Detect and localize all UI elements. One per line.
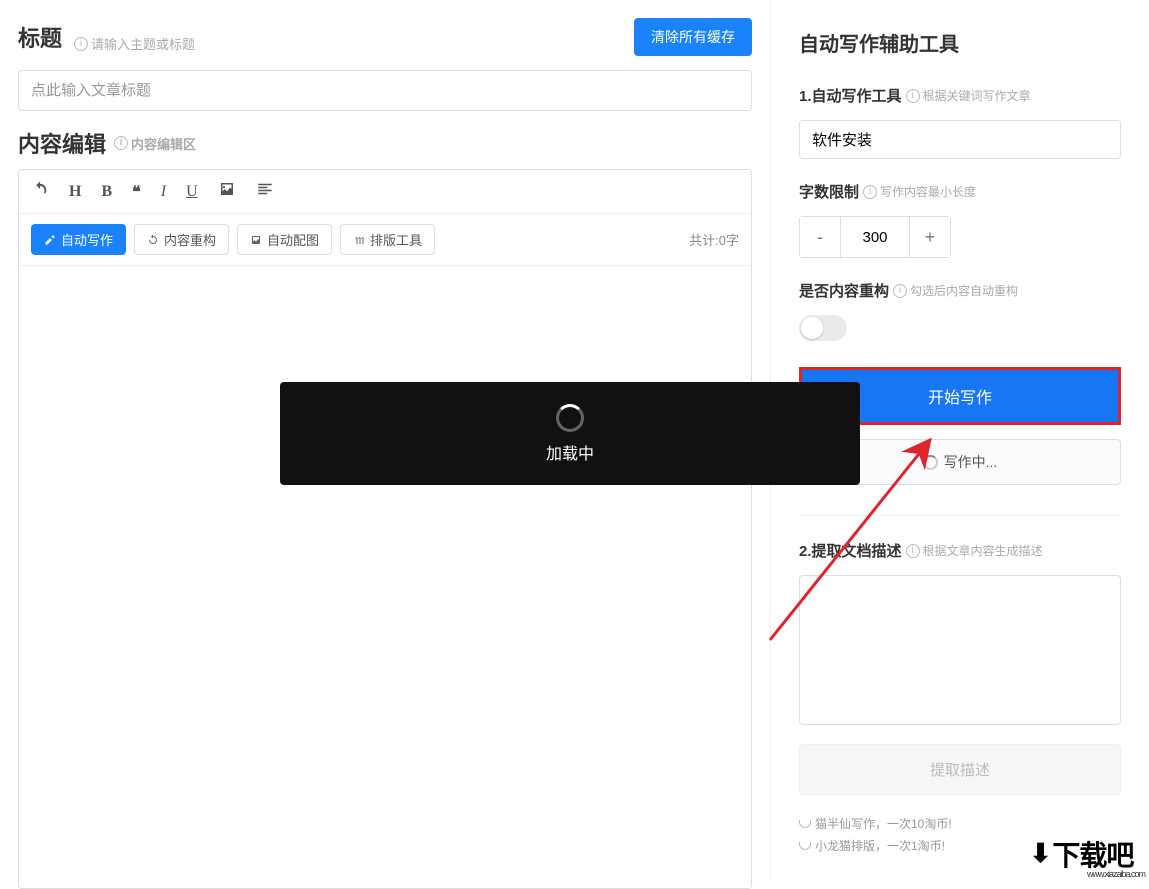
stepper-plus-button[interactable]: +: [910, 217, 950, 257]
word-limit-value[interactable]: [840, 217, 910, 257]
content-rebuild-button[interactable]: 内容重构: [134, 224, 229, 255]
section2-hint: i 根据文章内容生成描述: [906, 542, 1043, 559]
section1-hint: i 根据关键词写作文章: [906, 87, 1031, 104]
undo-icon[interactable]: [31, 180, 49, 203]
word-limit-stepper: - +: [799, 216, 951, 258]
editor-content-area[interactable]: [19, 266, 751, 866]
toggle-knob: [801, 317, 823, 339]
info-icon: i: [863, 185, 877, 199]
description-textarea[interactable]: [799, 575, 1121, 725]
bowl-icon: [799, 842, 811, 850]
action-toolbar: 自动写作 内容重构 自动配图 排版工具 共计:0字: [19, 214, 751, 266]
align-icon[interactable]: [256, 180, 274, 203]
word-limit-label: 字数限制: [799, 181, 859, 202]
underline-icon[interactable]: U: [186, 183, 198, 201]
rebuild-toggle-hint: i 勾选后内容自动重构: [893, 282, 1018, 299]
word-count: 共计:0字: [689, 230, 739, 249]
auto-image-button[interactable]: 自动配图: [237, 224, 332, 255]
rebuild-toggle-label: 是否内容重构: [799, 280, 889, 301]
info-icon: i: [74, 37, 88, 51]
italic-icon[interactable]: I: [161, 183, 166, 201]
loading-overlay: 加载中: [280, 382, 860, 485]
info-icon: i: [906, 544, 920, 558]
info-icon: i: [114, 136, 128, 150]
rebuild-toggle[interactable]: [799, 315, 847, 341]
section1-label: 1.自动写作工具: [799, 85, 902, 106]
content-edit-hint: i 内容编辑区: [114, 134, 196, 153]
stepper-minus-button[interactable]: -: [800, 217, 840, 257]
content-edit-label: 内容编辑: [18, 127, 106, 159]
extract-description-button[interactable]: 提取描述: [799, 744, 1121, 795]
spinner-icon: [923, 455, 938, 470]
loading-text: 加载中: [546, 440, 594, 464]
bold-icon[interactable]: B: [101, 183, 112, 201]
download-arrow-icon: ⬇: [1030, 838, 1051, 869]
heading-icon[interactable]: H: [69, 183, 81, 201]
info-icon: i: [893, 284, 907, 298]
title-hint: i 请输入主题或标题: [74, 34, 195, 53]
spinner-icon: [556, 404, 584, 432]
format-toolbar: H B ❝ I U: [19, 170, 751, 214]
editor-box: H B ❝ I U 自动写作 内容重构: [18, 169, 752, 889]
info-icon: i: [906, 89, 920, 103]
title-label: 标题: [18, 21, 62, 53]
sidebar-title: 自动写作辅助工具: [799, 28, 1121, 57]
image-icon[interactable]: [218, 180, 236, 203]
section2-label: 2.提取文档描述: [799, 540, 902, 561]
quote-icon[interactable]: ❝: [132, 182, 141, 202]
auto-write-button[interactable]: 自动写作: [31, 224, 126, 255]
clear-cache-button[interactable]: 清除所有缓存: [634, 18, 752, 56]
word-limit-hint: i 写作内容最小长度: [863, 183, 976, 200]
xiazaiba-logo: ⬇ 下载吧 www.xiazaiba.com: [1014, 826, 1149, 881]
article-title-input[interactable]: [18, 70, 752, 111]
layout-tool-button[interactable]: 排版工具: [340, 224, 435, 255]
bowl-icon: [799, 820, 811, 828]
keyword-input[interactable]: [799, 120, 1121, 159]
